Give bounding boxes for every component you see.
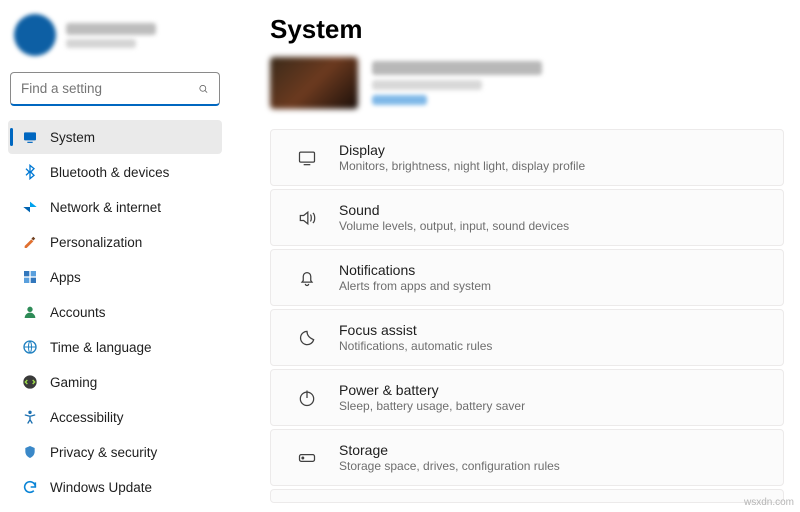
apps-icon xyxy=(22,269,38,285)
gaming-icon xyxy=(22,374,38,390)
storage-icon xyxy=(297,448,317,468)
card-subtitle: Notifications, automatic rules xyxy=(339,339,492,353)
sidebar-item-apps[interactable]: Apps xyxy=(8,260,222,294)
device-text xyxy=(372,61,542,105)
privacy-security-icon xyxy=(22,444,38,460)
card-subtitle: Alerts from apps and system xyxy=(339,279,491,293)
sidebar: System Bluetooth & devices Network & int… xyxy=(0,0,230,512)
sidebar-item-system[interactable]: System xyxy=(8,120,222,154)
sidebar-item-label: Windows Update xyxy=(50,480,152,495)
user-profile-text xyxy=(66,23,216,48)
page-title: System xyxy=(270,14,784,45)
card-subtitle: Volume levels, output, input, sound devi… xyxy=(339,219,569,233)
card-title: Sound xyxy=(339,202,569,218)
card-title: Notifications xyxy=(339,262,491,278)
card-title: Storage xyxy=(339,442,560,458)
sidebar-item-label: Personalization xyxy=(50,235,142,250)
time-language-icon xyxy=(22,339,38,355)
sidebar-item-label: Accounts xyxy=(50,305,106,320)
network-icon xyxy=(22,199,38,215)
windows-update-icon xyxy=(22,479,38,495)
card-focus-assist[interactable]: Focus assist Notifications, automatic ru… xyxy=(270,309,784,366)
sidebar-item-network[interactable]: Network & internet xyxy=(8,190,222,224)
sidebar-item-label: Gaming xyxy=(50,375,97,390)
card-power-battery[interactable]: Power & battery Sleep, battery usage, ba… xyxy=(270,369,784,426)
sidebar-item-label: Privacy & security xyxy=(50,445,157,460)
card-title: Focus assist xyxy=(339,322,492,338)
sidebar-item-time-language[interactable]: Time & language xyxy=(8,330,222,364)
power-icon xyxy=(297,388,317,408)
device-thumbnail xyxy=(270,57,358,109)
system-icon xyxy=(22,129,38,145)
watermark: wsxdn.com xyxy=(744,497,794,508)
card-notifications[interactable]: Notifications Alerts from apps and syste… xyxy=(270,249,784,306)
display-icon xyxy=(297,148,317,168)
search-box[interactable] xyxy=(10,72,220,106)
card-display[interactable]: Display Monitors, brightness, night ligh… xyxy=(270,129,784,186)
sidebar-item-label: Network & internet xyxy=(50,200,161,215)
device-summary[interactable] xyxy=(270,57,784,109)
card-subtitle: Storage space, drives, configuration rul… xyxy=(339,459,560,473)
accounts-icon xyxy=(22,304,38,320)
sidebar-item-bluetooth[interactable]: Bluetooth & devices xyxy=(8,155,222,189)
settings-card-list: Display Monitors, brightness, night ligh… xyxy=(270,129,784,503)
bluetooth-icon xyxy=(22,164,38,180)
sound-icon xyxy=(297,208,317,228)
sidebar-item-accessibility[interactable]: Accessibility xyxy=(8,400,222,434)
card-title: Power & battery xyxy=(339,382,525,398)
notifications-icon xyxy=(297,268,317,288)
sidebar-item-gaming[interactable]: Gaming xyxy=(8,365,222,399)
card-subtitle: Sleep, battery usage, battery saver xyxy=(339,399,525,413)
sidebar-item-label: Time & language xyxy=(50,340,152,355)
sidebar-item-accounts[interactable]: Accounts xyxy=(8,295,222,329)
focus-assist-icon xyxy=(297,328,317,348)
search-input[interactable] xyxy=(21,81,198,96)
sidebar-nav: System Bluetooth & devices Network & int… xyxy=(8,120,222,504)
card-storage[interactable]: Storage Storage space, drives, configura… xyxy=(270,429,784,486)
card-next-peek[interactable] xyxy=(270,489,784,503)
search-icon xyxy=(198,82,209,96)
personalization-icon xyxy=(22,234,38,250)
user-profile[interactable] xyxy=(8,8,222,70)
card-sound[interactable]: Sound Volume levels, output, input, soun… xyxy=(270,189,784,246)
main-panel: System Display Monitors, brightness, nig… xyxy=(230,0,800,512)
sidebar-item-personalization[interactable]: Personalization xyxy=(8,225,222,259)
sidebar-item-label: Bluetooth & devices xyxy=(50,165,169,180)
sidebar-item-label: Apps xyxy=(50,270,81,285)
sidebar-item-windows-update[interactable]: Windows Update xyxy=(8,470,222,504)
sidebar-item-label: Accessibility xyxy=(50,410,124,425)
card-title: Display xyxy=(339,142,585,158)
sidebar-item-privacy-security[interactable]: Privacy & security xyxy=(8,435,222,469)
sidebar-item-label: System xyxy=(50,130,95,145)
accessibility-icon xyxy=(22,409,38,425)
card-subtitle: Monitors, brightness, night light, displ… xyxy=(339,159,585,173)
avatar xyxy=(14,14,56,56)
